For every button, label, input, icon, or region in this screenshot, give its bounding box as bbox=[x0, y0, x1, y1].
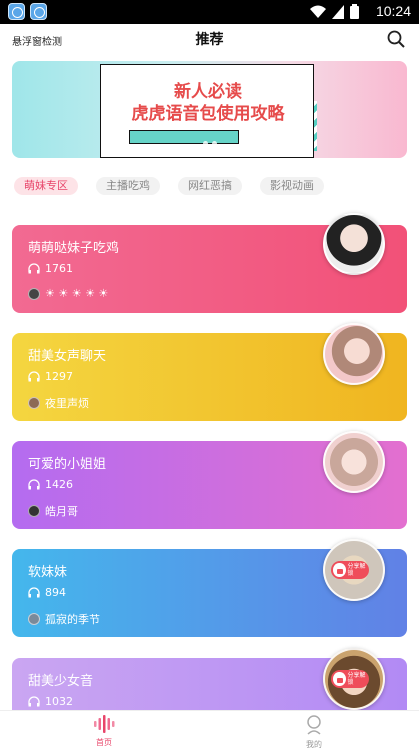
card-author: ☀ ☀ ☀ ☀ ☀ bbox=[28, 287, 108, 300]
card-play-count: 1297 bbox=[45, 370, 73, 383]
headphones-icon bbox=[28, 479, 40, 490]
card-author: 夜里声烦 bbox=[28, 395, 89, 411]
nav-mine-label: 我的 bbox=[306, 740, 322, 749]
headphones-icon bbox=[28, 696, 40, 707]
card-title: 可爱的小姐姐 bbox=[28, 457, 107, 472]
card-play-count: 894 bbox=[45, 586, 66, 599]
voice-pack-card[interactable]: 萌萌哒妹子吃鸡 1761 ☀ ☀ ☀ ☀ ☀ bbox=[12, 213, 407, 313]
tab-film-animation[interactable]: 影视动画 bbox=[260, 177, 324, 195]
nav-mine[interactable]: 我的 bbox=[284, 715, 344, 750]
wifi-icon bbox=[310, 5, 326, 18]
sound-wave-icon bbox=[94, 715, 115, 733]
card-play-count: 1761 bbox=[45, 262, 73, 275]
card-play-count: 1032 bbox=[45, 695, 73, 708]
card-author: 孤寂的季节 bbox=[28, 611, 100, 627]
card-avatar: 分享解锁 bbox=[323, 539, 385, 601]
author-avatar bbox=[28, 613, 40, 625]
author-avatar bbox=[28, 397, 40, 409]
banner-subtitle: 虎虎语音包使用攻略 bbox=[131, 104, 285, 124]
status-time: 10:24 bbox=[375, 3, 411, 19]
share-unlock-badge[interactable]: 分享解锁 bbox=[331, 561, 369, 579]
card-author-name: 夜里声烦 bbox=[45, 397, 89, 410]
voice-pack-card[interactable]: 甜美少女音 1032 分享解锁 bbox=[12, 648, 407, 718]
card-play-count: 1426 bbox=[45, 478, 73, 491]
headphones-icon bbox=[28, 263, 40, 274]
status-bar: 10:24 bbox=[0, 0, 419, 24]
app-notification-icon bbox=[30, 3, 47, 20]
lock-icon bbox=[333, 672, 346, 686]
card-title: 甜美少女音 bbox=[28, 674, 94, 689]
voice-pack-card[interactable]: 甜美女声聊天 1297 夜里声烦 bbox=[12, 323, 407, 421]
author-avatar bbox=[28, 505, 40, 517]
tab-influencer-pranks[interactable]: 网红恶搞 bbox=[178, 177, 242, 195]
card-plays: 894 bbox=[28, 586, 66, 599]
battery-icon bbox=[350, 4, 359, 19]
card-author-name: 孤寂的季节 bbox=[45, 613, 100, 626]
signal-icon bbox=[332, 4, 344, 19]
card-plays: 1761 bbox=[28, 262, 73, 275]
app-notification-icon bbox=[8, 3, 25, 20]
voice-pack-card[interactable]: 软妹妹 894 孤寂的季节 分享解锁 bbox=[12, 539, 407, 637]
card-plays: 1032 bbox=[28, 695, 73, 708]
lock-icon bbox=[333, 563, 346, 577]
nav-home-label: 首页 bbox=[96, 738, 112, 747]
card-author-name: ☀ ☀ ☀ ☀ ☀ bbox=[45, 287, 109, 300]
share-unlock-label: 分享解锁 bbox=[347, 672, 366, 686]
card-title: 甜美女声聊天 bbox=[28, 349, 107, 364]
voice-pack-card[interactable]: 可爱的小姐姐 1426 皓月哥 bbox=[12, 431, 407, 529]
card-author-name: 皓月哥 bbox=[45, 505, 78, 518]
promo-banner[interactable]: 新人必读 虎虎语音包使用攻略 bbox=[12, 61, 407, 158]
tab-cute-girls[interactable]: 萌妹专区 bbox=[14, 177, 78, 195]
tab-streamer-pubg[interactable]: 主播吃鸡 bbox=[96, 177, 160, 195]
card-author: 皓月哥 bbox=[28, 503, 78, 519]
share-unlock-label: 分享解锁 bbox=[347, 563, 366, 577]
headphones-icon bbox=[28, 371, 40, 382]
card-title: 软妹妹 bbox=[28, 565, 68, 580]
headphones-icon bbox=[28, 587, 40, 598]
category-tabs: 萌妹专区 主播吃鸡 网红恶搞 影视动画 bbox=[14, 177, 324, 195]
author-avatar bbox=[28, 287, 40, 300]
share-unlock-badge[interactable]: 分享解锁 bbox=[331, 670, 369, 688]
card-avatar bbox=[323, 323, 385, 385]
page-title: 推荐 bbox=[195, 32, 224, 48]
top-header: 悬浮窗检测 推荐 bbox=[0, 24, 419, 54]
card-title: 萌萌哒妹子吃鸡 bbox=[28, 241, 120, 256]
search-icon[interactable] bbox=[387, 30, 405, 48]
card-avatar: 分享解锁 bbox=[323, 648, 385, 710]
status-icons bbox=[310, 4, 359, 19]
card-avatar bbox=[323, 431, 385, 493]
card-plays: 1297 bbox=[28, 370, 73, 383]
banner-pager-dots bbox=[12, 131, 407, 150]
card-plays: 1426 bbox=[28, 478, 73, 491]
profile-icon bbox=[307, 715, 321, 735]
card-avatar bbox=[323, 213, 385, 275]
nav-home[interactable]: 首页 bbox=[74, 715, 134, 748]
bottom-nav: 首页 我的 bbox=[0, 710, 419, 749]
